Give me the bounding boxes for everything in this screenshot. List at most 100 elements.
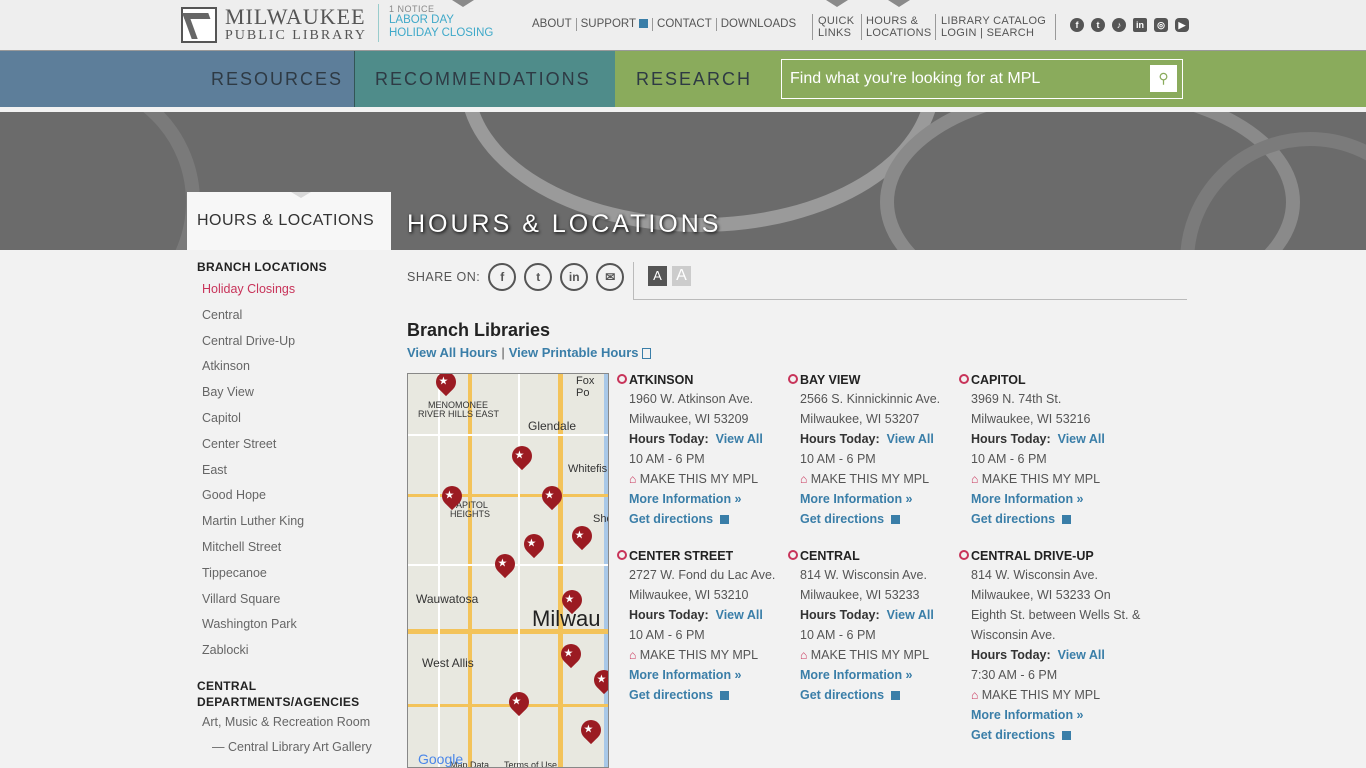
linkedin-icon[interactable]: in [1133, 18, 1147, 32]
notice-line2[interactable]: HOLIDAY CLOSING [389, 27, 493, 40]
catalog-login-link[interactable]: LOGIN [941, 27, 977, 39]
youtube-icon[interactable]: ▶ [1175, 18, 1189, 32]
divider [812, 14, 813, 40]
more-information-link[interactable]: More Information » [629, 489, 794, 509]
hours-line1: HOURS & [866, 15, 919, 27]
sidebar-item-central-drive-up[interactable]: Central Drive-Up [187, 329, 391, 355]
external-link-icon [890, 515, 900, 525]
get-directions-link[interactable]: Get directions [800, 688, 884, 702]
catalog-search-link[interactable]: SEARCH [987, 27, 1035, 39]
notice-box[interactable]: 1 NOTICE LABOR DAY HOLIDAY CLOSING [378, 4, 493, 42]
sidebar-item-center-street[interactable]: Center Street [187, 432, 391, 458]
view-all-hours-link[interactable]: View All Hours [407, 345, 497, 360]
contact-link[interactable]: CONTACT [653, 18, 717, 31]
more-information-link[interactable]: More Information » [629, 665, 794, 685]
get-directions-link[interactable]: Get directions [971, 512, 1055, 526]
hero-decoration [0, 112, 200, 250]
sidebar-item-mitchell-street[interactable]: Mitchell Street [187, 535, 391, 561]
branch-city: Milwaukee, WI 53210 [629, 588, 749, 602]
view-all-link[interactable]: View All [887, 432, 934, 446]
sidebar-item-art-gallery[interactable]: — Central Library Art Gallery [187, 736, 391, 758]
make-my-mpl-button[interactable]: ⌂ MAKE THIS MY MPL [629, 645, 794, 665]
get-directions-link[interactable]: Get directions [800, 512, 884, 526]
sidebar-item-east[interactable]: East [187, 458, 391, 484]
linkedin-share-icon[interactable]: in [560, 263, 589, 291]
nav-recommendations[interactable]: RECOMMENDATIONS [354, 51, 615, 107]
twitter-icon[interactable]: t [1091, 18, 1105, 32]
view-all-link[interactable]: View All [716, 608, 763, 622]
sidebar-item-zablocki[interactable]: Zablocki [187, 638, 391, 664]
main-nav: RESOURCES RECOMMENDATIONS RESEARCH ⚲ [0, 50, 1366, 107]
search-icon[interactable]: ⚲ [1150, 65, 1177, 92]
make-my-mpl-button[interactable]: ⌂ MAKE THIS MY MPL [971, 469, 1136, 489]
get-directions-link[interactable]: Get directions [629, 688, 713, 702]
view-all-link[interactable]: View All [887, 608, 934, 622]
font-size-small-button[interactable]: A [648, 266, 667, 286]
branch-card-central: CENTRAL 814 W. Wisconsin Ave. Milwaukee,… [788, 548, 965, 705]
view-all-link[interactable]: View All [716, 432, 763, 446]
sidebar-item-villard-square[interactable]: Villard Square [187, 587, 391, 613]
more-information-link[interactable]: More Information » [971, 489, 1136, 509]
map-pin-icon[interactable] [504, 687, 534, 717]
map-pin-icon[interactable] [431, 374, 461, 397]
branch-map[interactable]: Fox Po MENOMONEE RIVER HILLS EAST Glenda… [407, 373, 609, 768]
view-printable-hours-link[interactable]: View Printable Hours [509, 345, 639, 360]
map-terms-link[interactable]: Terms of Use [504, 760, 557, 767]
more-information-link[interactable]: More Information » [800, 489, 965, 509]
library-logo[interactable]: MILWAUKEE PUBLIC LIBRARY [181, 6, 367, 44]
map-label: Fox Po [576, 375, 595, 399]
hours-locations-link[interactable]: HOURS & LOCATIONS [866, 15, 931, 39]
branch-address: 814 W. Wisconsin Ave. [971, 568, 1098, 582]
branch-card-capitol: CAPITOL 3969 N. 74th St. Milwaukee, WI 5… [959, 372, 1136, 529]
share-label: SHARE ON: [407, 270, 481, 284]
get-directions-link[interactable]: Get directions [629, 512, 713, 526]
nav-resources[interactable]: RESOURCES [0, 51, 354, 107]
sidebar-item-central[interactable]: Central [187, 303, 391, 329]
sidebar-item-holiday-closings[interactable]: Holiday Closings [187, 277, 391, 303]
catalog-label[interactable]: LIBRARY CATALOG [941, 15, 1046, 27]
instagram-icon[interactable]: ◎ [1154, 18, 1168, 32]
more-information-link[interactable]: More Information » [971, 705, 1141, 725]
share-bar: SHARE ON: f t in ✉ [407, 262, 632, 292]
branch-name: CENTRAL DRIVE-UP [971, 549, 1094, 563]
make-my-mpl-button[interactable]: ⌂ MAKE THIS MY MPL [971, 685, 1141, 705]
font-size-large-button[interactable]: A [672, 266, 691, 286]
map-pin-icon[interactable] [576, 715, 606, 745]
quick-links[interactable]: QUICK LINKS [818, 15, 854, 39]
home-icon: ⌂ [800, 648, 808, 662]
sidebar-item-washington-park[interactable]: Washington Park [187, 612, 391, 638]
sidebar-item-bay-view[interactable]: Bay View [187, 380, 391, 406]
make-my-mpl-button[interactable]: ⌂ MAKE THIS MY MPL [800, 645, 965, 665]
sidebar-item-art-music[interactable]: Art, Music & Recreation Room [187, 710, 391, 736]
get-directions-link[interactable]: Get directions [971, 728, 1055, 742]
about-link[interactable]: ABOUT [532, 18, 577, 31]
map-pin-icon[interactable] [507, 441, 537, 471]
hours-today-label: Hours Today: [629, 432, 709, 446]
email-share-icon[interactable]: ✉ [596, 263, 625, 291]
sidebar-item-martin-luther-king[interactable]: Martin Luther King [187, 509, 391, 535]
view-all-link[interactable]: View All [1058, 432, 1105, 446]
map-pin-icon[interactable] [490, 549, 520, 579]
hours-line2: LOCATIONS [866, 27, 932, 39]
map-pin-icon[interactable] [519, 529, 549, 559]
make-my-mpl-button[interactable]: ⌂ MAKE THIS MY MPL [800, 469, 965, 489]
sidebar-item-atkinson[interactable]: Atkinson [187, 354, 391, 380]
twitter-share-icon[interactable]: t [524, 263, 553, 291]
branch-card-central-drive-up: CENTRAL DRIVE-UP 814 W. Wisconsin Ave. M… [959, 548, 1141, 745]
tiktok-icon[interactable]: ♪ [1112, 18, 1126, 32]
map-pin-icon[interactable] [589, 665, 608, 695]
downloads-link[interactable]: DOWNLOADS [717, 18, 800, 31]
external-link-icon [719, 515, 729, 525]
notice-line1[interactable]: LABOR DAY [389, 14, 493, 27]
view-all-link[interactable]: View All [1058, 648, 1105, 662]
more-information-link[interactable]: More Information » [800, 665, 965, 685]
sidebar-item-capitol[interactable]: Capitol [187, 406, 391, 432]
make-my-mpl-button[interactable]: ⌂ MAKE THIS MY MPL [629, 469, 794, 489]
facebook-icon[interactable]: f [1070, 18, 1084, 32]
sidebar-item-good-hope[interactable]: Good Hope [187, 483, 391, 509]
sidebar-item-tippecanoe[interactable]: Tippecanoe [187, 561, 391, 587]
search-input[interactable] [782, 60, 1152, 98]
map-pin-icon[interactable] [567, 521, 597, 551]
facebook-share-icon[interactable]: f [488, 263, 517, 291]
support-link[interactable]: SUPPORT [577, 18, 654, 31]
